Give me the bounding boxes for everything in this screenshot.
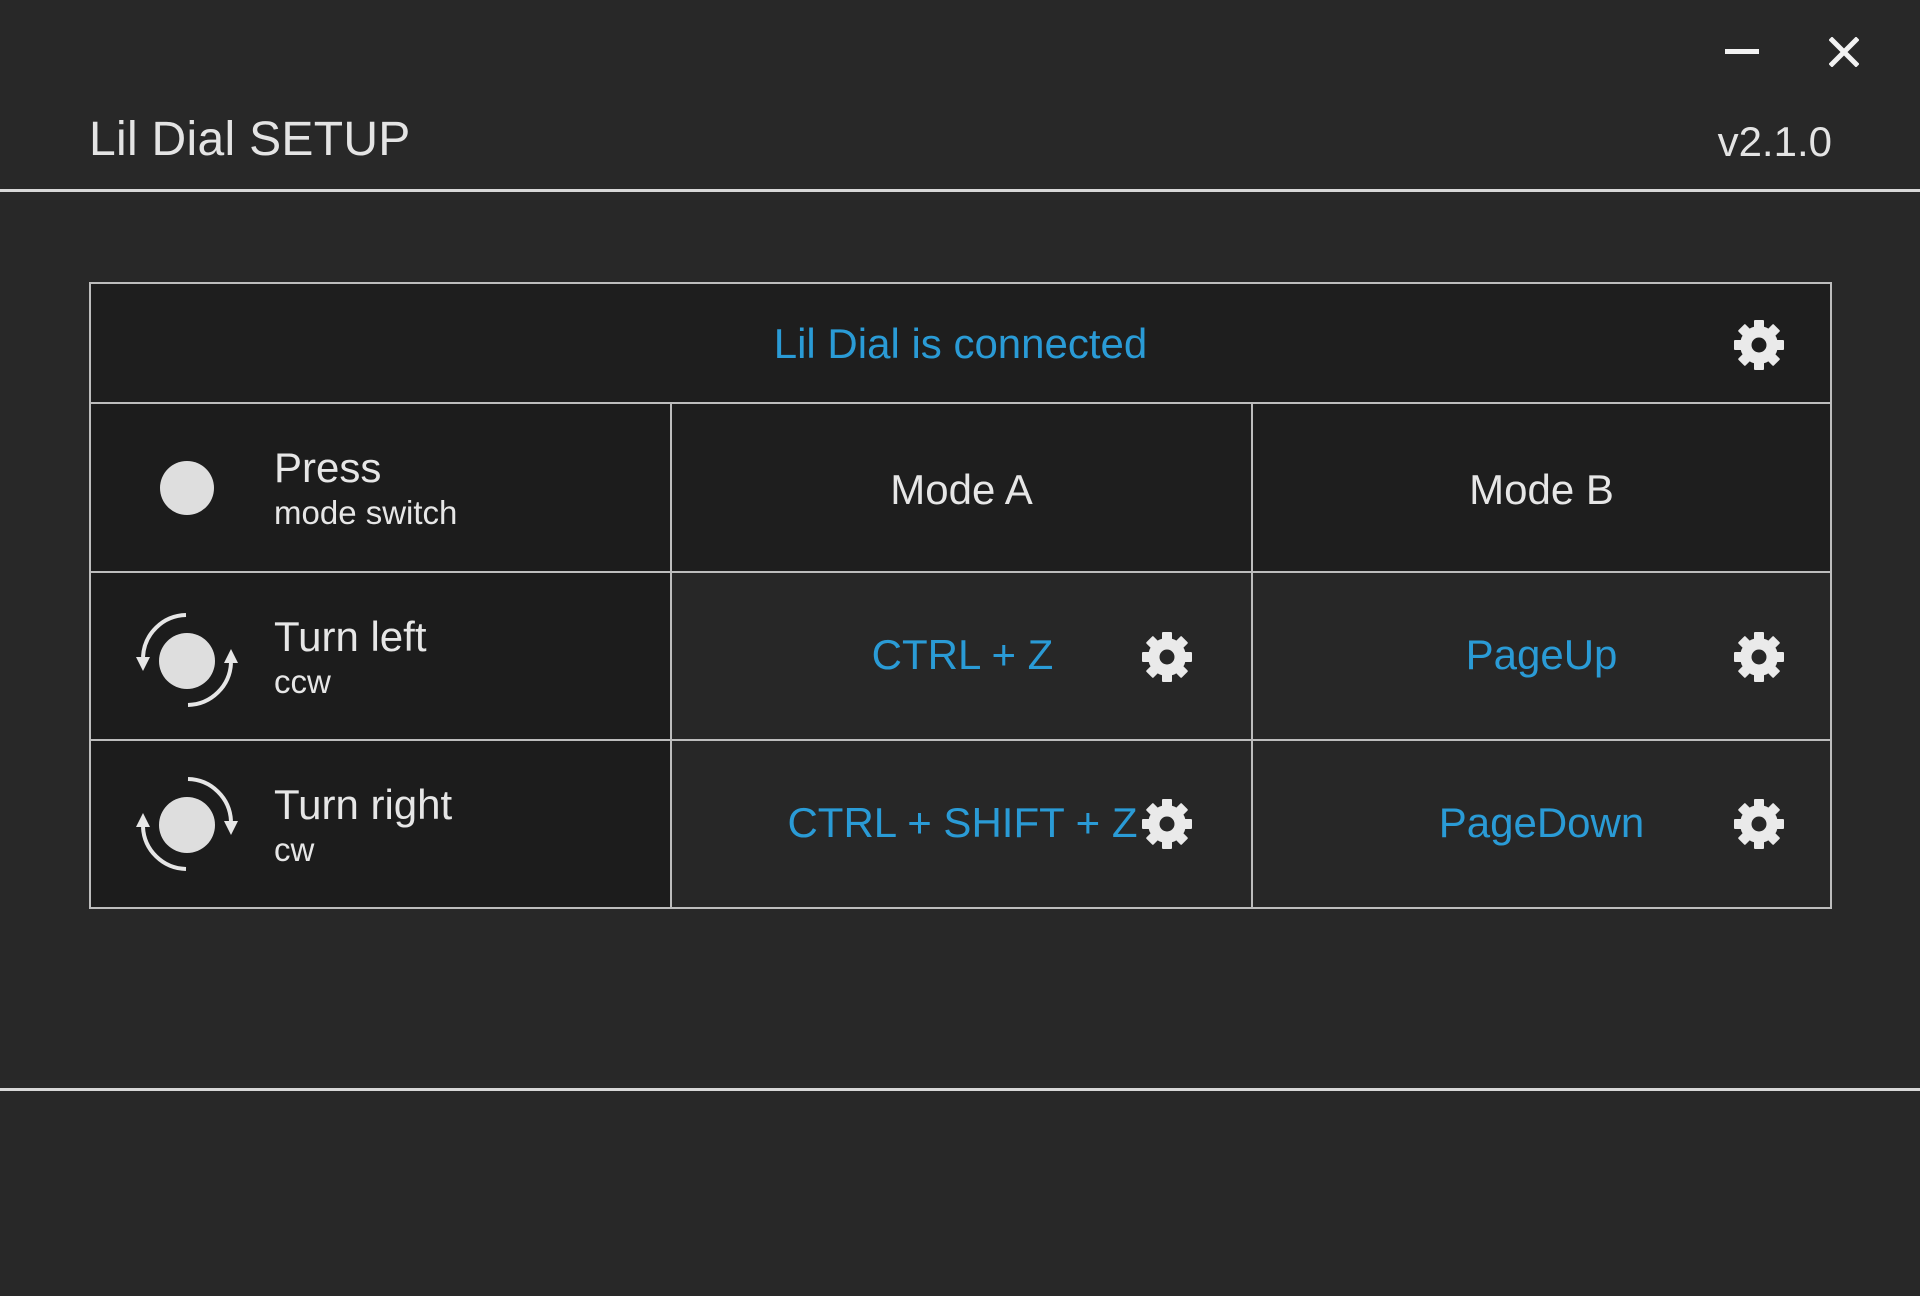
footer-divider [0,1088,1920,1091]
gear-icon[interactable] [1139,629,1195,685]
press-action-cell: Press mode switch [91,404,672,573]
rotate-right-icon [136,777,238,871]
close-icon [1829,37,1859,67]
turn-right-sublabel: cw [274,831,315,868]
gear-icon[interactable] [1731,796,1787,852]
turn-right-action-cell: Turn right cw [91,741,672,907]
close-button[interactable] [1822,30,1866,74]
gear-icon[interactable] [1731,629,1787,685]
turn-right-mode-b-cell[interactable]: PageDown [1253,741,1830,907]
gear-icon[interactable] [1731,317,1787,373]
app-window: Lil Dial SETUP v2.1.0 Lil Dial is connec… [0,0,1920,1296]
turn-left-label: Turn left [274,613,427,660]
status-row: Lil Dial is connected [91,284,1830,404]
header-divider [0,189,1920,192]
mode-a-header: Mode A [672,404,1253,573]
minimize-button[interactable] [1721,30,1765,74]
turn-right-label: Turn right [274,781,453,828]
minimize-icon [1725,49,1759,54]
rotate-left-icon [136,613,238,707]
connection-status: Lil Dial is connected [773,320,1148,367]
press-sublabel: mode switch [274,494,458,531]
turn-right-mode-a-cell[interactable]: CTRL + SHIFT + Z [672,741,1253,907]
dial-press-icon [160,461,214,515]
mode-b-title: Mode B [1469,466,1614,513]
turn-left-mode-a-cell[interactable]: CTRL + Z [672,573,1253,741]
gear-icon[interactable] [1139,796,1195,852]
turn-left-sublabel: ccw [274,663,331,700]
mode-b-header: Mode B [1253,404,1830,573]
version-label: v2.1.0 [1717,118,1832,165]
mode-a-title: Mode A [890,466,1033,513]
turn-left-mode-b-cell[interactable]: PageUp [1253,573,1830,741]
press-label: Press [274,444,382,491]
app-title: Lil Dial SETUP [89,113,411,166]
mapping-panel: Lil Dial is connected Press mode switch … [89,282,1832,909]
turn-left-action-cell: Turn left ccw [91,573,672,741]
